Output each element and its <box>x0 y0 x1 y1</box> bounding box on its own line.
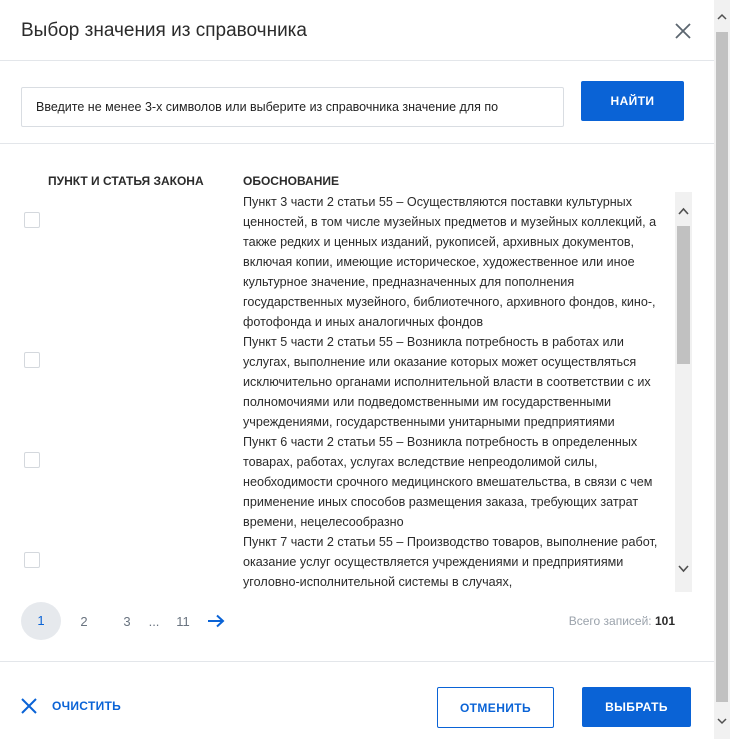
search-divider <box>0 143 714 144</box>
page-2[interactable]: 2 <box>79 614 89 629</box>
row-justification-text: Пункт 3 части 2 статьи 55 – Осуществляют… <box>243 195 657 329</box>
page-ellipsis: ... <box>148 613 160 629</box>
page-1[interactable]: 1 <box>21 602 61 640</box>
footer-divider <box>0 661 714 662</box>
row-checkbox[interactable] <box>24 212 40 228</box>
row-checkbox[interactable] <box>24 352 40 368</box>
scroll-up-icon[interactable] <box>678 206 689 218</box>
table-row[interactable]: Пункт 5 части 2 статьи 55 – Возникла пот… <box>20 332 670 432</box>
row-justification-text: Пункт 7 части 2 статьи 55 – Производство… <box>243 535 658 589</box>
page-scrollbar-thumb[interactable] <box>716 32 728 702</box>
scroll-down-icon[interactable] <box>678 562 689 574</box>
row-checkbox[interactable] <box>24 552 40 568</box>
records-list: Пункт 3 части 2 статьи 55 – Осуществляют… <box>20 192 692 592</box>
row-justification-text: Пункт 5 части 2 статьи 55 – Возникла пот… <box>243 335 651 429</box>
column-header-justification: ОБОСНОВАНИЕ <box>243 174 339 188</box>
page-scrollbar[interactable] <box>714 0 730 739</box>
dialog-title: Выбор значения из справочника <box>21 20 307 41</box>
table-row[interactable]: Пункт 6 части 2 статьи 55 – Возникла пот… <box>20 432 670 532</box>
select-button[interactable]: ВЫБРАТЬ <box>582 687 691 727</box>
page-scroll-up-icon[interactable] <box>717 12 727 22</box>
total-records: Всего записей: 101 <box>569 614 675 628</box>
clear-button[interactable]: ОЧИСТИТЬ <box>20 697 121 715</box>
row-checkbox[interactable] <box>24 452 40 468</box>
column-header-point: ПУНКТ И СТАТЬЯ ЗАКОНА <box>48 174 204 188</box>
total-records-label: Всего записей: <box>568 614 652 628</box>
page-3[interactable]: 3 <box>122 614 132 629</box>
clear-label: ОЧИСТИТЬ <box>52 699 122 713</box>
page-11[interactable]: 11 <box>175 614 191 629</box>
table-row[interactable]: Пункт 3 части 2 статьи 55 – Осуществляют… <box>20 192 670 332</box>
total-records-value: 101 <box>654 614 675 628</box>
list-scrollbar[interactable] <box>675 192 692 592</box>
find-button[interactable]: НАЙТИ <box>581 81 684 121</box>
list-scrollbar-thumb[interactable] <box>677 226 690 364</box>
close-icon <box>675 23 691 39</box>
cancel-button[interactable]: ОТМЕНИТЬ <box>437 687 554 728</box>
next-page-arrow-icon[interactable] <box>207 614 225 628</box>
page-scroll-down-icon[interactable] <box>717 716 727 726</box>
row-justification-text: Пункт 6 части 2 статьи 55 – Возникла пот… <box>243 435 653 529</box>
table-row[interactable]: Пункт 7 части 2 статьи 55 – Производство… <box>20 532 670 592</box>
header-divider <box>0 60 714 61</box>
search-input[interactable] <box>21 87 564 127</box>
pagination: 1 2 3 ... 11 <box>21 602 225 640</box>
reference-select-dialog: Выбор значения из справочника НАЙТИ ПУНК… <box>0 0 714 739</box>
close-button[interactable] <box>671 19 695 43</box>
clear-x-icon <box>21 698 37 714</box>
